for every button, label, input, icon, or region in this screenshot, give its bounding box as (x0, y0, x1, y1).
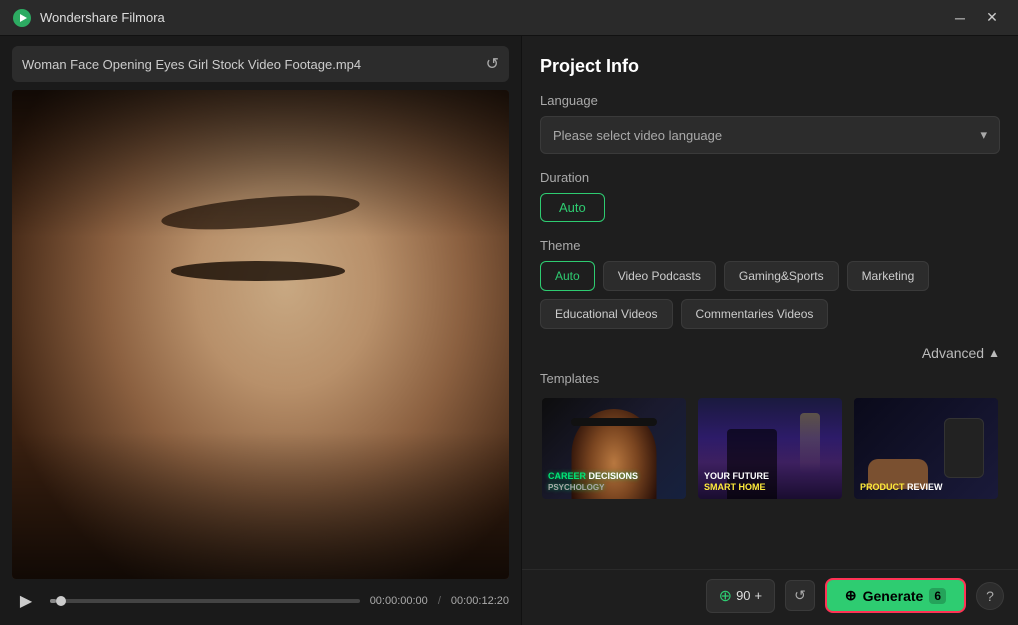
video-overlay-bottom (12, 432, 509, 579)
filepath-text: Woman Face Opening Eyes Girl Stock Video… (22, 57, 478, 72)
language-label: Language (540, 93, 1000, 108)
theme-label: Theme (540, 238, 1000, 253)
templates-section: Templates CAREER DECISIONS PSYCHOLOGY (540, 371, 1000, 501)
template-1-label: CAREER DECISIONS PSYCHOLOGY (548, 471, 638, 493)
theme-educational-button[interactable]: Educational Videos (540, 299, 673, 329)
theme-auto-button[interactable]: Auto (540, 261, 595, 291)
language-dropdown[interactable]: Please select video language ▾ (540, 116, 1000, 154)
progress-dot (56, 596, 66, 606)
time-separator: / (438, 595, 441, 607)
minimize-button[interactable]: ─ (946, 4, 974, 32)
progress-bar[interactable] (50, 599, 360, 603)
template-2-label: YOUR FUTURESMART HOME (704, 471, 769, 493)
titlebar-left: Wondershare Filmora (12, 8, 165, 28)
theme-gaming-sports-button[interactable]: Gaming&Sports (724, 261, 839, 291)
filepath-bar: Woman Face Opening Eyes Girl Stock Video… (12, 46, 509, 82)
video-preview (12, 90, 509, 579)
left-panel: Woman Face Opening Eyes Girl Stock Video… (0, 36, 522, 625)
main-layout: Woman Face Opening Eyes Girl Stock Video… (0, 36, 1018, 625)
templates-row: CAREER DECISIONS PSYCHOLOGY (540, 396, 1000, 501)
template-2-lamp (800, 413, 820, 473)
template-career-decisions[interactable]: CAREER DECISIONS PSYCHOLOGY (540, 396, 688, 501)
theme-row2: Educational Videos Commentaries Videos (540, 299, 1000, 329)
duration-auto-button[interactable]: Auto (540, 193, 605, 222)
advanced-row[interactable]: Advanced ▲ (540, 345, 1000, 361)
controls-bar: ▶ 00:00:00:00 / 00:00:12:20 (0, 579, 521, 625)
advanced-arrow-icon: ▲ (988, 346, 1000, 360)
template-3-label: PRODUCT REVIEW (860, 482, 943, 493)
duration-label: Duration (540, 170, 1000, 185)
template-3-device (944, 418, 984, 478)
template-product-review[interactable]: PRODUCT REVIEW (852, 396, 1000, 501)
language-placeholder: Please select video language (553, 128, 722, 143)
time-total: 00:00:12:20 (451, 595, 509, 607)
templates-label: Templates (540, 371, 1000, 386)
right-panel: Project Info Language Please select vide… (522, 36, 1018, 569)
bottom-bar: ⊕ 90 + ↺ ⊕ Generate 6 ? (522, 569, 1018, 625)
refresh-credits-button[interactable]: ↺ (785, 580, 815, 611)
theme-video-podcasts-button[interactable]: Video Podcasts (603, 261, 716, 291)
app-title: Wondershare Filmora (40, 10, 165, 25)
language-chevron: ▾ (980, 127, 987, 143)
right-panel-wrapper: Project Info Language Please select vide… (522, 36, 1018, 625)
duration-section: Duration Auto (540, 170, 1000, 222)
generate-button[interactable]: ⊕ Generate 6 (825, 578, 966, 613)
video-overlay-top (12, 90, 509, 237)
theme-row1: Auto Video Podcasts Gaming&Sports Market… (540, 261, 1000, 291)
titlebar: Wondershare Filmora ─ ✕ (0, 0, 1018, 36)
template-1-headphones (571, 418, 657, 426)
app-logo (12, 8, 32, 28)
theme-section: Theme Auto Video Podcasts Gaming&Sports … (540, 238, 1000, 337)
credits-button[interactable]: ⊕ 90 + (706, 579, 775, 613)
help-button[interactable]: ? (976, 582, 1004, 610)
theme-marketing-button[interactable]: Marketing (847, 261, 930, 291)
close-button[interactable]: ✕ (978, 4, 1006, 32)
refresh-file-button[interactable]: ↺ (486, 54, 499, 74)
template-your-future[interactable]: YOUR FUTURESMART HOME (696, 396, 844, 501)
generate-count: 6 (929, 588, 946, 604)
play-button[interactable]: ▶ (12, 587, 40, 615)
generate-icon: ⊕ (845, 587, 857, 604)
credits-icon: ⊕ (719, 586, 732, 606)
theme-commentaries-button[interactable]: Commentaries Videos (681, 299, 829, 329)
project-info-title: Project Info (540, 56, 1000, 77)
generate-label: Generate (863, 588, 924, 604)
credits-value: 90 (736, 588, 750, 603)
titlebar-controls: ─ ✕ (946, 4, 1006, 32)
credits-suffix: + (755, 588, 763, 603)
time-current: 00:00:00:00 (370, 595, 428, 607)
advanced-label: Advanced (922, 345, 984, 361)
